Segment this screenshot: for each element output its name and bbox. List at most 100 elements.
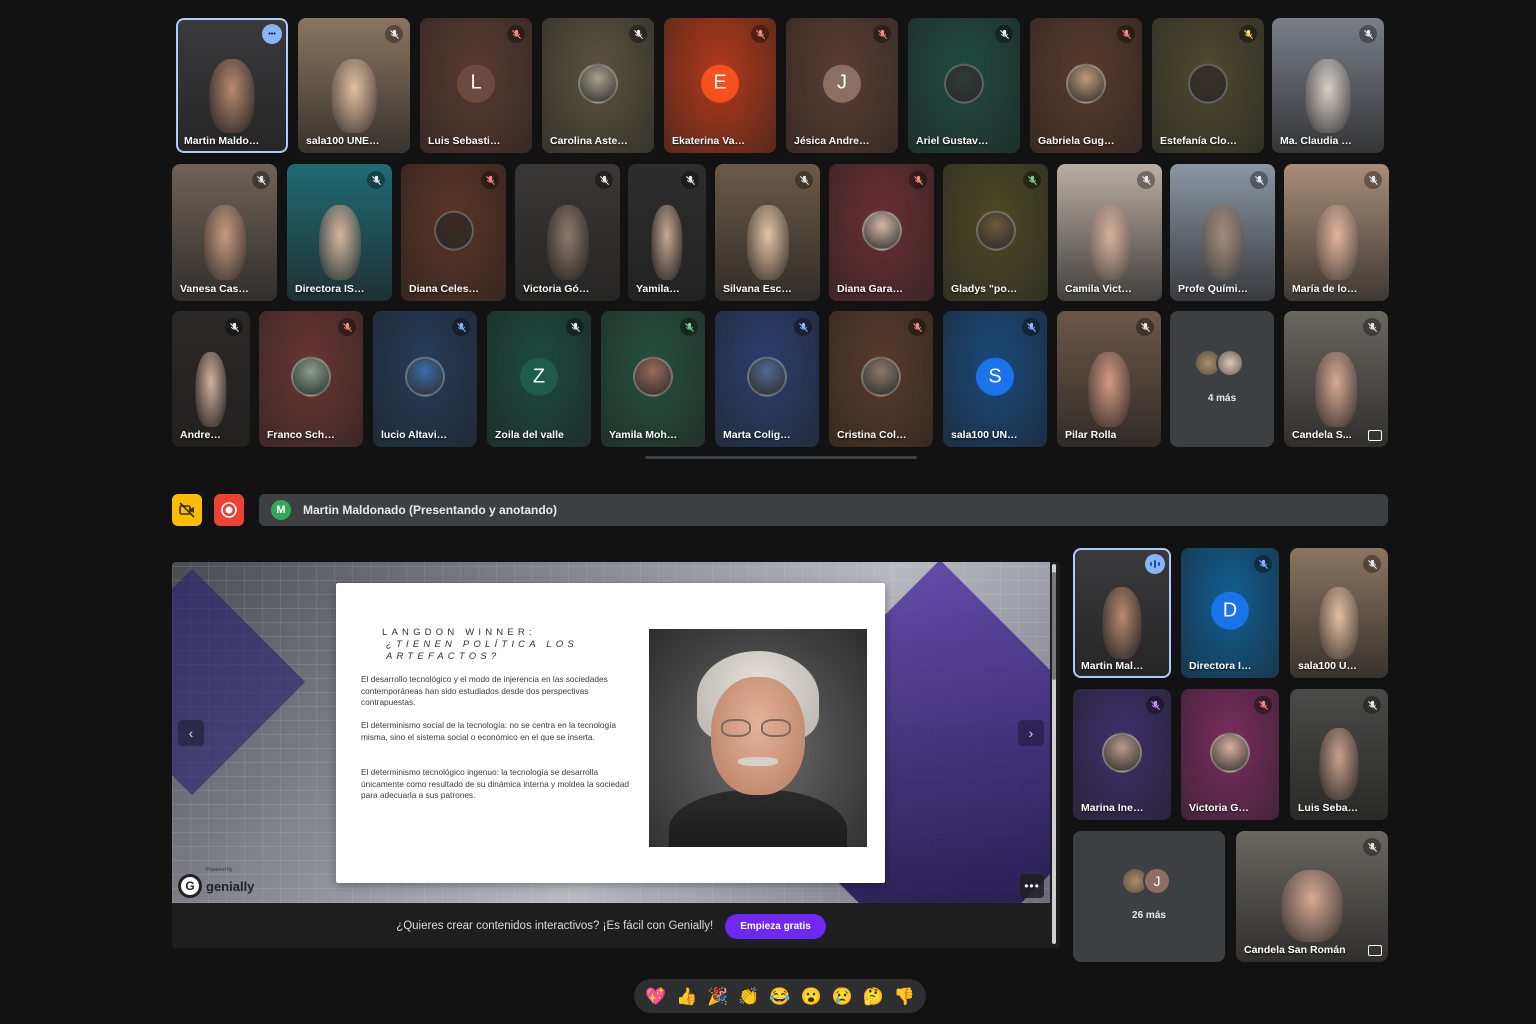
slide-title-line2: ¿TIENEN POLÍTICA LOS ARTEFACTOS?: [386, 639, 578, 662]
participant-tile[interactable]: lucio Altavista: [373, 311, 477, 447]
mic-off-icon: [1363, 838, 1381, 856]
participant-tile[interactable]: Candela S...: [1284, 311, 1388, 447]
participant-video: [203, 205, 246, 281]
stage-scrollbar[interactable]: [1052, 564, 1056, 944]
promo-text: ¿Quieres crear contenidos interactivos? …: [396, 920, 714, 932]
participant-tile[interactable]: Profe Química: [1170, 164, 1275, 301]
participant-tile[interactable]: Silvana Escalante: [715, 164, 820, 301]
participant-tile[interactable]: E Ekaterina Vanlan...: [664, 18, 776, 153]
participant-name: Carolina Astegia...: [550, 135, 628, 147]
participant-name: Diana Garabent...: [837, 283, 908, 295]
participant-video: [746, 205, 789, 281]
participant-tile[interactable]: Martin Maldo...: [1073, 548, 1171, 678]
participant-avatar: J: [1143, 866, 1171, 895]
participant-tile[interactable]: Carolina Astegia...: [542, 18, 654, 153]
participant-name: lucio Altavista: [381, 429, 451, 441]
participant-tile[interactable]: Andrea B...: [172, 311, 250, 447]
participant-avatar: [633, 356, 673, 397]
participant-video: [195, 351, 227, 427]
participant-tile[interactable]: Gabriela Gugliel...: [1030, 18, 1142, 153]
slide-portrait-photo: [649, 629, 867, 847]
presenter-label: Martin Maldonado (Presentando y anotando…: [303, 503, 558, 517]
participant-name: Andrea B...: [180, 429, 224, 441]
start-free-button[interactable]: Empieza gratis: [725, 913, 826, 939]
reaction-bar: 💖 👍 🎉 👏 😂 😮 😢 🤔 👎: [634, 979, 926, 1013]
participant-name: Estefanía Clotet: [1160, 135, 1238, 147]
participant-video: [651, 205, 683, 281]
camera-off-button[interactable]: [172, 494, 202, 526]
participant-name: Victoria Gómez: [1189, 802, 1253, 814]
slide-card: LANGDON WINNER: ¿TIENEN POLÍTICA LOS ART…: [336, 583, 885, 883]
participant-tile[interactable]: Ariel Gustavo Me...: [908, 18, 1020, 153]
participant-tile[interactable]: Diana Celeste ...: [401, 164, 506, 301]
participant-avatar: D: [1211, 591, 1249, 630]
avatar-stack: [1194, 348, 1244, 377]
more-options-icon[interactable]: •••: [262, 24, 282, 44]
participant-tile[interactable]: Diana Garabent...: [829, 164, 934, 301]
slide-more-options-button[interactable]: •••: [1020, 874, 1044, 898]
mic-off-icon: [795, 171, 813, 189]
more-participants-tile[interactable]: 4 más: [1170, 311, 1274, 447]
participant-tile[interactable]: Marina Ines B...: [1073, 689, 1171, 820]
mic-off-icon: [1250, 171, 1268, 189]
chevron-right-icon: ›: [1028, 725, 1034, 741]
reaction-emoji-button[interactable]: 👎: [894, 988, 915, 1005]
participant-tile[interactable]: ••• Martin Maldonado: [176, 18, 288, 153]
participant-video: [331, 58, 377, 133]
mic-off-icon: [681, 171, 699, 189]
participant-avatar: [433, 210, 474, 251]
participant-tile[interactable]: D Directora ISF...: [1181, 548, 1279, 678]
reaction-emoji-button[interactable]: 👍: [676, 988, 697, 1005]
participant-tile[interactable]: Z Zoila del valle: [487, 311, 591, 447]
mic-off-icon: [1363, 696, 1381, 714]
participant-tile[interactable]: Marta Colignon: [715, 311, 819, 447]
presenter-banner[interactable]: M Martin Maldonado (Presentando y anotan…: [259, 494, 1388, 526]
slide-next-button[interactable]: ›: [1018, 720, 1044, 746]
mic-off-icon: [751, 25, 769, 43]
participant-tile[interactable]: Yamila Mohamad: [601, 311, 705, 447]
participant-tile[interactable]: Pilar Rolla: [1057, 311, 1161, 447]
participant-tile[interactable]: Cristina Colivoro: [829, 311, 933, 447]
participant-tile[interactable]: Vanesa Castillo: [172, 164, 277, 301]
reaction-emoji-button[interactable]: 😢: [832, 988, 853, 1005]
record-icon: [221, 502, 237, 518]
participant-tile[interactable]: Yamila M...: [628, 164, 706, 301]
participant-tile[interactable]: Candela San Román: [1236, 831, 1388, 962]
reaction-emoji-button[interactable]: 💖: [645, 988, 666, 1005]
participant-tile[interactable]: María de los Án...: [1284, 164, 1389, 301]
participant-tile[interactable]: Franco Schimpf: [259, 311, 363, 447]
participant-video: [546, 205, 589, 281]
mic-off-icon: [595, 171, 613, 189]
reaction-emoji-button[interactable]: 🎉: [707, 988, 728, 1005]
more-participants-count: 4 más: [1207, 392, 1237, 404]
participant-tile[interactable]: Victoria Gómez: [1181, 689, 1279, 820]
participant-tile[interactable]: sala100 UNER ...: [1290, 548, 1388, 678]
participant-tile[interactable]: Luis Sebastián...: [1290, 689, 1388, 820]
participant-tile[interactable]: Camila Victoria...: [1057, 164, 1162, 301]
participant-avatar: [1066, 63, 1106, 104]
reaction-emoji-button[interactable]: 🤔: [863, 988, 884, 1005]
participant-tile[interactable]: Ssala100 UNER ...: [943, 311, 1047, 447]
slide-prev-button[interactable]: ‹: [178, 720, 204, 746]
grid-scroll-indicator[interactable]: [645, 456, 917, 459]
participant-tile[interactable]: sala100 UNER ME...: [298, 18, 410, 153]
participant-tile[interactable]: Gladys "pocha"...: [943, 164, 1048, 301]
participant-tile[interactable]: Ma. Claudia Sus: [1272, 18, 1384, 153]
presentation-stage[interactable]: LANGDON WINNER: ¿TIENEN POLÍTICA LOS ART…: [172, 562, 1060, 948]
participant-tile[interactable]: L Luis Sebastián Ro...: [420, 18, 532, 153]
participant-name: sala100 UNER ...: [951, 429, 1021, 441]
reaction-emoji-button[interactable]: 😮: [801, 988, 822, 1005]
participant-tile[interactable]: J Jésica Andreychuk: [786, 18, 898, 153]
mic-off-icon: [452, 318, 470, 336]
participant-name: Candela S...: [1292, 429, 1352, 441]
reaction-emoji-button[interactable]: 😂: [769, 988, 790, 1005]
more-participants-tile[interactable]: J 26 más: [1073, 831, 1225, 962]
mic-off-icon: [1254, 696, 1272, 714]
participant-tile[interactable]: Directora ISFD...: [287, 164, 392, 301]
record-button[interactable]: [214, 494, 244, 526]
participant-name: Jésica Andreychuk: [794, 135, 872, 147]
participant-tile[interactable]: Victoria Gómez: [515, 164, 620, 301]
mic-off-icon: [873, 25, 891, 43]
reaction-emoji-button[interactable]: 👏: [738, 988, 759, 1005]
participant-tile[interactable]: Estefanía Clotet: [1152, 18, 1264, 153]
